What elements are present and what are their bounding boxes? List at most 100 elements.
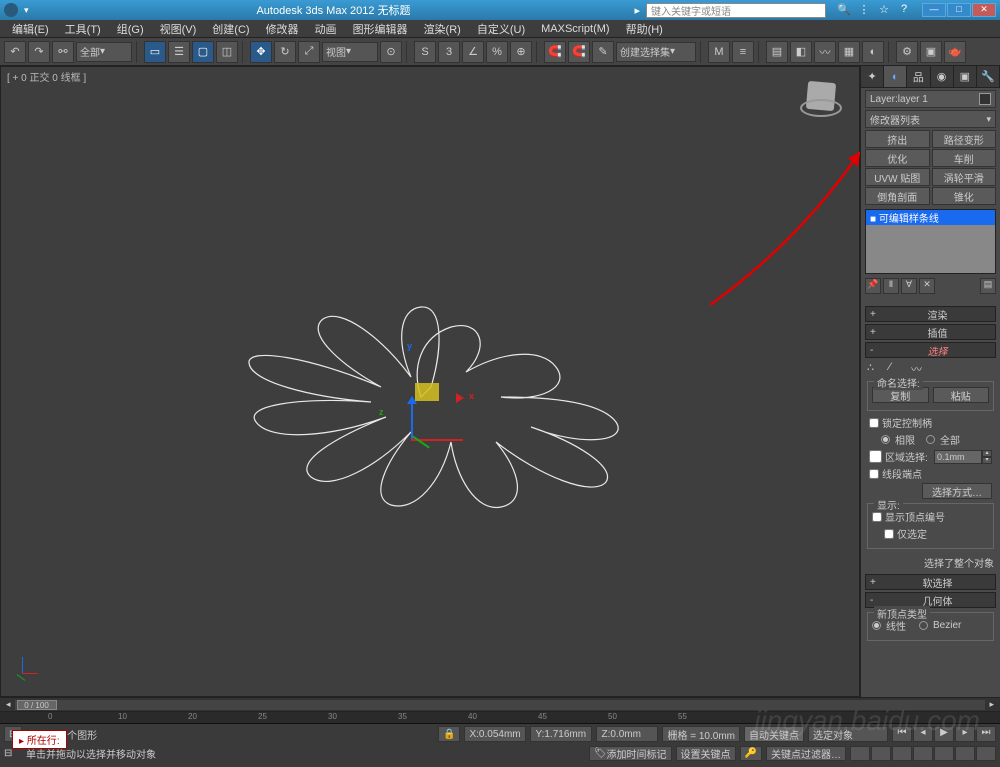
edit-named-sel[interactable]: ✎: [592, 41, 614, 63]
render-frame[interactable]: ▣: [920, 41, 942, 63]
unique-button[interactable]: ∀: [901, 278, 917, 294]
select-mode-button[interactable]: 选择方式…: [922, 483, 992, 499]
radio-bezier[interactable]: [919, 621, 928, 630]
area-select-spinner[interactable]: 0.1mm: [934, 450, 982, 464]
radio-all[interactable]: [926, 435, 935, 444]
key-button[interactable]: 🔑: [740, 746, 762, 761]
close-button[interactable]: ✕: [972, 3, 996, 17]
rollout-softsel[interactable]: +软选择: [865, 574, 996, 590]
magnet-1[interactable]: 🧲: [544, 41, 566, 63]
lock-handles-check[interactable]: [869, 418, 879, 428]
viewcube[interactable]: [799, 77, 844, 122]
menu-script[interactable]: MAXScript(M): [533, 23, 617, 35]
help-icon[interactable]: ?: [896, 3, 912, 17]
segment-end-check[interactable]: [869, 469, 879, 479]
mirror-button[interactable]: M: [708, 41, 730, 63]
mod-optimize-button[interactable]: 优化: [865, 149, 930, 167]
snap-angle-button[interactable]: ∠: [462, 41, 484, 63]
key-filter-button[interactable]: 关键点过滤器…: [766, 746, 846, 761]
mod-bevelprofile-button[interactable]: 倒角剖面: [865, 187, 930, 205]
z-coord[interactable]: Z: 0.0mm: [596, 726, 658, 742]
play-button[interactable]: ▶: [934, 726, 954, 742]
menu-view[interactable]: 视图(V): [152, 21, 205, 37]
named-selection-dropdown[interactable]: 创建选择集 ▾: [616, 42, 696, 62]
menu-tools[interactable]: 工具(T): [57, 21, 109, 37]
transform-gizmo[interactable]: y x z: [411, 397, 463, 443]
radio-relative[interactable]: [881, 435, 890, 444]
stack-item-editable-spline[interactable]: ■ 可编辑样条线: [866, 210, 995, 225]
spinner-snap[interactable]: ⊕: [510, 41, 532, 63]
redo-button[interactable]: ↷: [28, 41, 50, 63]
selection-filter[interactable]: 全部 ▾: [76, 42, 132, 62]
curve-editor[interactable]: 〰: [814, 41, 836, 63]
show-end-button[interactable]: Ⅱ: [883, 278, 899, 294]
mod-lathe-button[interactable]: 车削: [932, 149, 997, 167]
tab-utilities[interactable]: 🔧: [977, 66, 1000, 87]
render-button[interactable]: 🫖: [944, 41, 966, 63]
scale-button[interactable]: ⤢: [298, 41, 320, 63]
search-icon[interactable]: 🔍: [836, 3, 852, 17]
select-rect-button[interactable]: ▢: [192, 41, 214, 63]
menu-group[interactable]: 组(G): [109, 21, 152, 37]
quick-arrow[interactable]: ▾: [24, 5, 29, 16]
pivot-button[interactable]: ⊙: [380, 41, 402, 63]
menu-graph[interactable]: 图形编辑器: [345, 21, 416, 37]
help-search-input[interactable]: 键入关键字或短语: [646, 3, 826, 18]
script-toggle[interactable]: ⊟: [4, 748, 22, 759]
tab-motion[interactable]: ◉: [931, 66, 954, 87]
prev-frame[interactable]: ◂: [913, 726, 933, 742]
mod-extrude-button[interactable]: 挤出: [865, 130, 930, 148]
time-slider[interactable]: 0 / 100: [15, 700, 986, 710]
next-frame[interactable]: ▸: [955, 726, 975, 742]
time-slider-thumb[interactable]: 0 / 100: [17, 700, 57, 710]
y-coord[interactable]: Y: 1.716mm: [530, 726, 592, 742]
window-crossing[interactable]: ◫: [216, 41, 238, 63]
setkey-button[interactable]: 设置关键点: [676, 746, 736, 761]
only-selected-check[interactable]: [884, 529, 894, 539]
modifier-list-dropdown[interactable]: 修改器列表: [865, 110, 996, 128]
nav-zoom[interactable]: [871, 746, 891, 761]
nav-orbit[interactable]: [955, 746, 975, 761]
remove-mod-button[interactable]: ✕: [919, 278, 935, 294]
render-setup[interactable]: ⚙: [896, 41, 918, 63]
undo-button[interactable]: ↶: [4, 41, 26, 63]
pin-stack-button[interactable]: 📌: [865, 278, 881, 294]
rollout-render[interactable]: +渲染: [865, 306, 996, 322]
goto-start[interactable]: ⏮: [892, 726, 912, 742]
nav-zoomall[interactable]: [892, 746, 912, 761]
select-name-button[interactable]: ☰: [168, 41, 190, 63]
schematic-button[interactable]: ▦: [838, 41, 860, 63]
radio-linear[interactable]: [872, 621, 881, 630]
rotate-button[interactable]: ↻: [274, 41, 296, 63]
viewport[interactable]: [ + 0 正交 0 线框 ] y x z: [0, 66, 860, 697]
menu-modifier[interactable]: 修改器: [258, 21, 307, 37]
star-icon[interactable]: ☆: [876, 3, 892, 17]
paste-selection-button[interactable]: 粘贴: [933, 387, 990, 403]
menu-render[interactable]: 渲染(R): [416, 21, 469, 37]
goto-end[interactable]: ⏭: [976, 726, 996, 742]
selected-dropdown[interactable]: 选定对象: [808, 726, 888, 742]
menu-anim[interactable]: 动画: [307, 21, 345, 37]
link-button[interactable]: ⚯: [52, 41, 74, 63]
maximize-button[interactable]: □: [947, 3, 971, 17]
graphite-button[interactable]: ◧: [790, 41, 812, 63]
menu-help[interactable]: 帮助(H): [618, 21, 671, 37]
object-name-field[interactable]: Layer:layer 1: [865, 90, 996, 108]
show-vertex-num-check[interactable]: [872, 512, 882, 522]
info-arrow[interactable]: ▸: [634, 4, 640, 17]
magnet-2[interactable]: 🧲: [568, 41, 590, 63]
viewport-label[interactable]: [ + 0 正交 0 线框 ]: [7, 69, 86, 84]
time-ruler[interactable]: 0102025303540455055: [0, 712, 1000, 724]
layers-button[interactable]: ▤: [766, 41, 788, 63]
coord-lock[interactable]: 🔒: [438, 726, 460, 742]
move-button[interactable]: ✥: [250, 41, 272, 63]
select-button[interactable]: ▭: [144, 41, 166, 63]
add-time-tag[interactable]: 🏷 添加时间标记: [589, 746, 672, 761]
tab-display[interactable]: ▣: [954, 66, 977, 87]
modifier-stack[interactable]: ■ 可编辑样条线: [865, 209, 996, 274]
area-select-check[interactable]: [869, 450, 882, 463]
rollout-select[interactable]: -选择: [865, 342, 996, 358]
nav-fov[interactable]: [913, 746, 933, 761]
mod-turbosmooth-button[interactable]: 涡轮平滑: [932, 168, 997, 186]
menu-create[interactable]: 创建(C): [204, 21, 257, 37]
